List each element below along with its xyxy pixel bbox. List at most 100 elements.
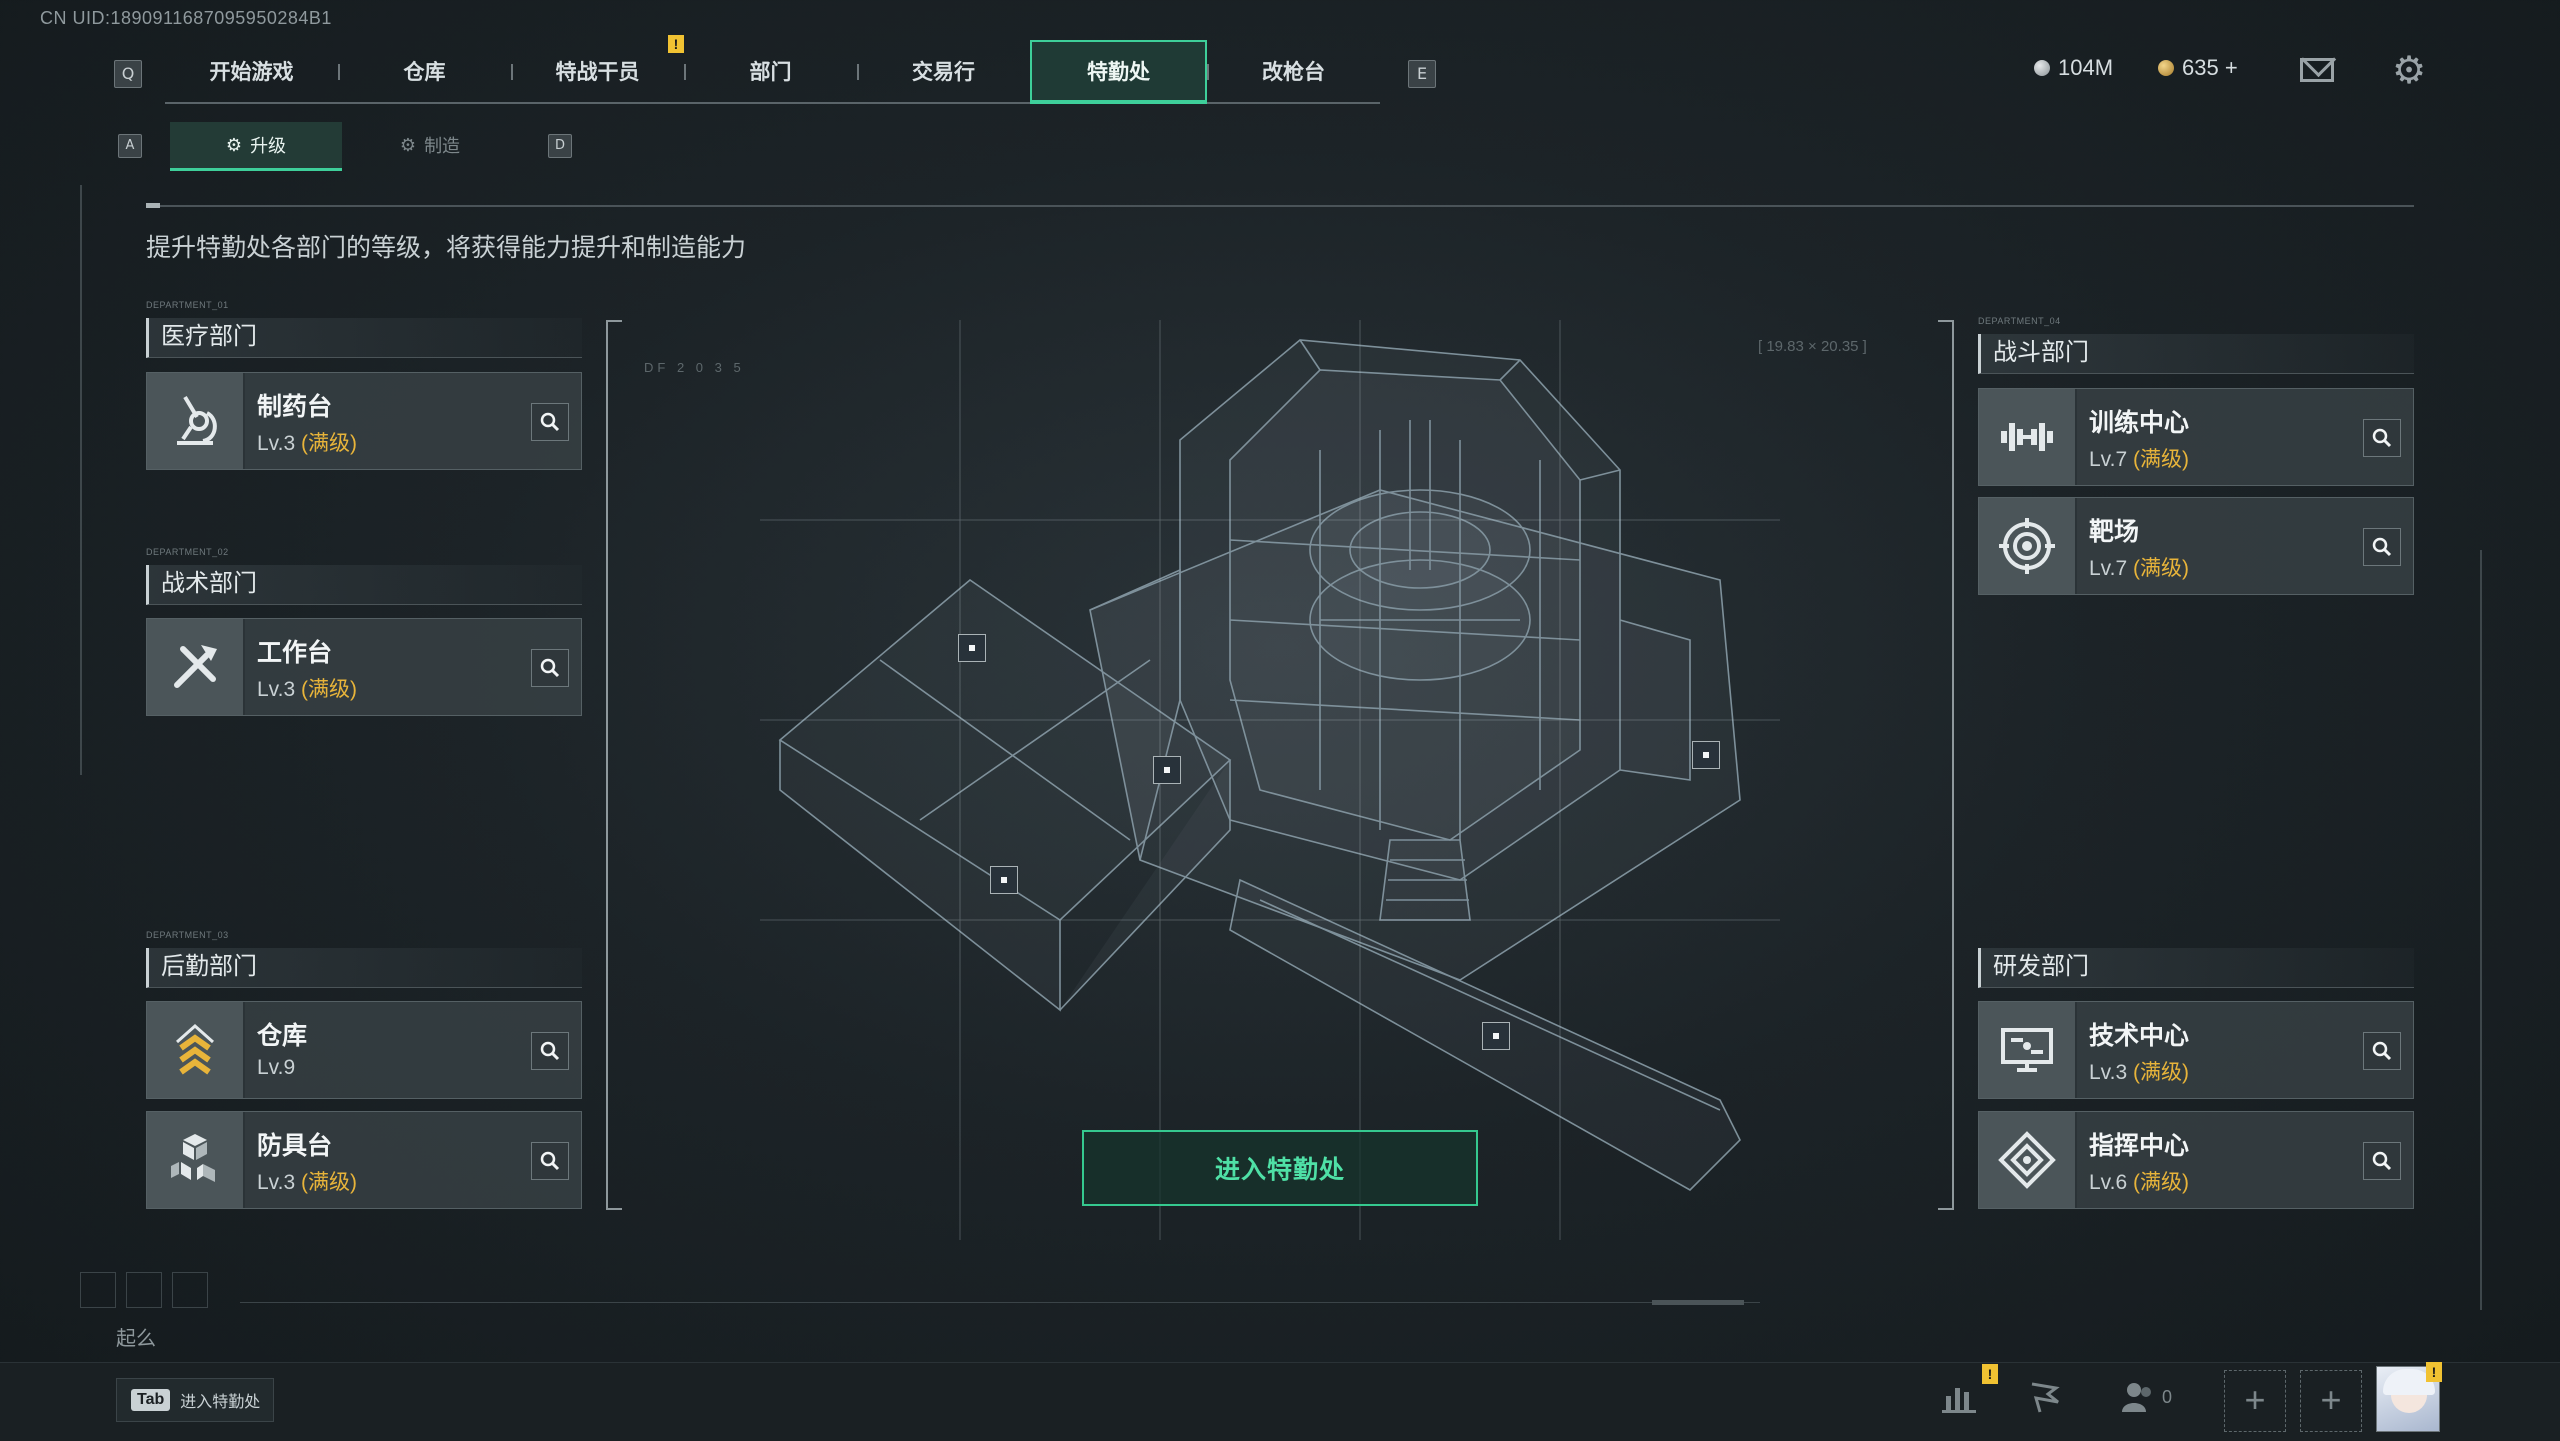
tab-special-ops[interactable]: 特勤处 — [1030, 40, 1207, 104]
subtab-craft-label: 制造 — [424, 136, 461, 156]
search-icon[interactable] — [531, 1032, 569, 1070]
stats-alert-badge: ! — [1982, 1364, 1998, 1384]
add-slot-button[interactable]: + — [2300, 1370, 2362, 1432]
dept-header-medical: 医疗部门 — [146, 318, 582, 358]
currency-secondary[interactable]: 635 + — [2158, 55, 2238, 81]
top-navigation: Q 开始游戏 仓库 特战干员 部门 交易行 特勤处 改枪台 ! E — [110, 35, 1440, 106]
facility-card-tech-center[interactable]: 技术中心 Lv.3 (满级) — [1978, 1001, 2414, 1099]
flag-icon[interactable] — [2026, 1380, 2064, 1422]
search-icon[interactable] — [2363, 1032, 2401, 1070]
facility-name: 工作台 — [257, 639, 333, 667]
tab-departments[interactable]: 部门 — [684, 40, 857, 102]
enter-special-ops-button[interactable]: 进入特勤处 — [1082, 1130, 1478, 1206]
subtab-next-key[interactable]: D — [548, 134, 572, 158]
facility-card-armor-bench[interactable]: 防具台 Lv.3 (满级) — [146, 1111, 582, 1209]
subtab-upgrade-label: 升级 — [250, 136, 287, 156]
tab-gunsmith[interactable]: 改枪台 — [1207, 40, 1380, 102]
search-icon[interactable] — [531, 403, 569, 441]
sub-tabs: A ⚙ 升级 ⚙ 制造 D — [118, 122, 572, 171]
dept-code-logistics: DEPARTMENT_03 — [146, 930, 229, 940]
upgrade-icon: ⚙ — [225, 134, 243, 155]
facility-name: 训练中心 — [2089, 409, 2190, 437]
timeline-line — [240, 1302, 1760, 1303]
facility-name: 指挥中心 — [2089, 1132, 2190, 1160]
facility-marker[interactable] — [958, 634, 986, 662]
facility-card-command-center[interactable]: 指挥中心 Lv.6 (满级) — [1978, 1111, 2414, 1209]
add-slot-button[interactable]: + — [2224, 1370, 2286, 1432]
currency-primary: 104M — [2034, 55, 2113, 81]
divider-line — [146, 205, 2414, 207]
gear-icon[interactable]: ⚙ — [2392, 52, 2426, 90]
subtab-prev-key[interactable]: A — [118, 134, 142, 158]
search-icon[interactable] — [531, 1142, 569, 1180]
search-icon[interactable] — [2363, 1142, 2401, 1180]
cubes-icon — [147, 1112, 245, 1208]
facility-name: 仓库 — [257, 1022, 308, 1050]
thumbnail-slot — [172, 1272, 208, 1308]
facility-name: 靶场 — [2089, 518, 2140, 546]
facility-blueprint-illustration — [760, 320, 1780, 1240]
facility-card-workbench[interactable]: 工作台 Lv.3 (满级) — [146, 618, 582, 716]
schematic-code: DF 2 0 3 5 — [644, 360, 745, 375]
divider-tick — [146, 203, 160, 208]
facility-level: Lv.9 — [257, 1056, 296, 1079]
facility-name: 防具台 — [257, 1132, 333, 1160]
subtab-craft[interactable]: ⚙ 制造 — [344, 122, 516, 168]
dept-code-combat: DEPARTMENT_04 — [1978, 316, 2061, 326]
dept-header-research: 研发部门 — [1978, 948, 2414, 988]
facility-level: Lv.7 (满级) — [2089, 448, 2189, 471]
avatar-alert-badge: ! — [2426, 1362, 2442, 1382]
facility-marker[interactable] — [1692, 741, 1720, 769]
facility-level: Lv.3 (满级) — [257, 432, 357, 455]
facility-name: 制药台 — [257, 393, 333, 421]
mail-icon[interactable] — [2300, 58, 2334, 82]
center-bracket-right — [1938, 320, 1954, 1210]
facility-marker[interactable] — [990, 866, 1018, 894]
dept-code-medical: DEPARTMENT_01 — [146, 300, 229, 310]
gold-coin-icon — [2158, 60, 2174, 76]
facility-level: Lv.7 (满级) — [2089, 557, 2189, 580]
dept-header-tactical: 战术部门 — [146, 565, 582, 605]
facility-level: Lv.3 (满级) — [257, 678, 357, 701]
subtab-upgrade[interactable]: ⚙ 升级 — [170, 122, 342, 171]
facility-level: Lv.3 (满级) — [257, 1171, 357, 1194]
facility-level: Lv.6 (满级) — [2089, 1171, 2189, 1194]
tab-operators[interactable]: 特战干员 — [511, 40, 684, 102]
stats-chart-icon[interactable] — [1940, 1380, 1978, 1422]
left-edge-line — [80, 185, 82, 775]
friends-count: 0 — [2162, 1386, 2173, 1407]
caption-text: 起么 — [116, 1328, 156, 1350]
tab-trading[interactable]: 交易行 — [857, 40, 1030, 102]
facility-name: 技术中心 — [2089, 1022, 2190, 1050]
facility-card-warehouse[interactable]: 仓库 Lv.9 — [146, 1001, 582, 1099]
silver-coin-icon — [2034, 60, 2050, 76]
search-icon[interactable] — [531, 649, 569, 687]
facility-marker[interactable] — [1482, 1022, 1510, 1050]
facility-level: Lv.3 (满级) — [2089, 1061, 2189, 1084]
timeline-progress — [1652, 1300, 1744, 1305]
operators-alert-badge: ! — [668, 35, 684, 53]
facility-card-training-center[interactable]: 训练中心 Lv.7 (满级) — [1978, 388, 2414, 486]
thumbnail-slot — [126, 1272, 162, 1308]
friends-button[interactable]: 0 — [2120, 1380, 2172, 1414]
target-icon — [1979, 498, 2077, 594]
dept-header-combat: 战斗部门 — [1978, 334, 2414, 374]
command-diamond-icon — [1979, 1112, 2077, 1208]
facility-card-shooting-range[interactable]: 靶场 Lv.7 (满级) — [1978, 497, 2414, 595]
player-uid: CN UID:1890911687095950284B1 — [40, 8, 332, 28]
dept-header-logistics: 后勤部门 — [146, 948, 582, 988]
rank-chevron-icon — [147, 1002, 245, 1098]
tab-start-game[interactable]: 开始游戏 — [165, 40, 338, 102]
nav-next-key[interactable]: E — [1408, 60, 1436, 88]
search-icon[interactable] — [2363, 528, 2401, 566]
center-bracket-left — [606, 320, 622, 1210]
facility-marker[interactable] — [1153, 756, 1181, 784]
nav-prev-key[interactable]: Q — [114, 60, 142, 88]
page-description: 提升特勤处各部门的等级，将获得能力提升和制造能力 — [146, 234, 747, 262]
currency-secondary-value: 635 + — [2182, 55, 2238, 80]
dept-code-tactical: DEPARTMENT_02 — [146, 547, 229, 557]
facility-card-pharmacy[interactable]: 制药台 Lv.3 (满级) — [146, 372, 582, 470]
tab-warehouse[interactable]: 仓库 — [338, 40, 511, 102]
search-icon[interactable] — [2363, 419, 2401, 457]
tab-shortcut-hint[interactable]: Tab 进入特勤处 — [116, 1378, 274, 1422]
